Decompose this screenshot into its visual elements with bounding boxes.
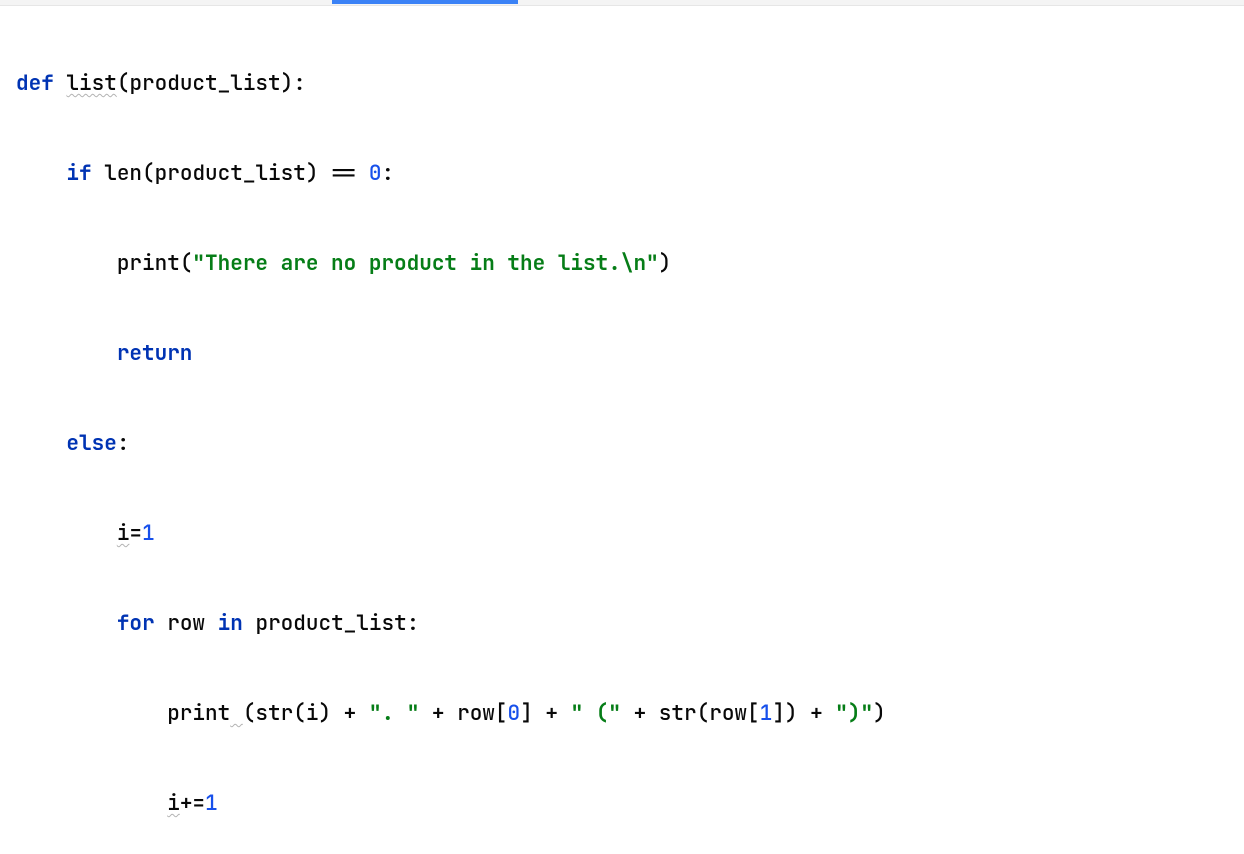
- escape-sequence: \n: [621, 250, 646, 277]
- indent: [16, 520, 117, 547]
- operator-plus: +: [419, 700, 457, 727]
- string-quote: ": [571, 700, 584, 727]
- builtin-print: print: [167, 700, 230, 727]
- keyword-else: else: [66, 430, 116, 457]
- code-line[interactable]: i+=1: [16, 781, 1228, 826]
- parameter: product_list: [129, 70, 280, 97]
- code-editor[interactable]: def list(product_list): if len(product_l…: [0, 6, 1244, 854]
- colon: :: [117, 430, 130, 457]
- bracket-open: [: [495, 700, 508, 727]
- operator-assign: =: [129, 520, 142, 547]
- code-line[interactable]: else:: [16, 421, 1228, 466]
- string-content: ): [848, 700, 861, 727]
- paren-close: ): [281, 70, 294, 97]
- indent: [16, 790, 167, 817]
- operator-plus-assign: +=: [180, 790, 205, 817]
- keyword-for: for: [117, 610, 155, 637]
- space-warning: [230, 700, 243, 727]
- builtin-str: str: [255, 700, 293, 727]
- number-zero: 0: [508, 700, 521, 727]
- operator-plus: +: [331, 700, 369, 727]
- colon: :: [381, 160, 394, 187]
- string-quote: ": [608, 700, 621, 727]
- paren-open: (: [243, 700, 256, 727]
- identifier-i: i: [167, 790, 180, 817]
- paren-close: ): [318, 700, 331, 727]
- string-quote: ": [369, 700, 382, 727]
- code-line[interactable]: for row in product_list:: [16, 601, 1228, 646]
- operator-plus: +: [533, 700, 571, 727]
- indent: [16, 430, 66, 457]
- identifier-row: row: [167, 610, 205, 637]
- colon: :: [407, 610, 420, 637]
- paren-open: (: [117, 70, 130, 97]
- indent: [16, 250, 117, 277]
- paren-open: (: [293, 700, 306, 727]
- identifier: product_list: [155, 160, 306, 187]
- bracket-open: [: [747, 700, 760, 727]
- window-top-bar: [0, 0, 1244, 6]
- identifier-row: row: [709, 700, 747, 727]
- indent: [16, 160, 66, 187]
- keyword-if: if: [66, 160, 91, 187]
- paren-open: (: [697, 700, 710, 727]
- paren-open: (: [142, 160, 155, 187]
- identifier-row: row: [457, 700, 495, 727]
- identifier-i: i: [117, 520, 130, 547]
- builtin-str: str: [659, 700, 697, 727]
- code-line[interactable]: print("There are no product in the list.…: [16, 241, 1228, 286]
- builtin-print: print: [117, 250, 180, 277]
- code-line[interactable]: print (str(i) + ". " + row[0] + " (" + s…: [16, 691, 1228, 736]
- indent: [16, 340, 117, 367]
- operator-eq: ==: [318, 160, 368, 187]
- code-line[interactable]: if len(product_list) == 0:: [16, 151, 1228, 196]
- string-quote: ": [646, 250, 659, 277]
- string-quote: ": [192, 250, 205, 277]
- string-content: .: [381, 700, 406, 727]
- string-quote: ": [861, 700, 874, 727]
- indent: [16, 700, 167, 727]
- number-one: 1: [205, 790, 218, 817]
- string-content: There are no product in the list.: [205, 250, 621, 277]
- colon: :: [293, 70, 306, 97]
- paren-close: ): [785, 700, 798, 727]
- code-line[interactable]: return: [16, 331, 1228, 376]
- code-line[interactable]: i=1: [16, 511, 1228, 556]
- string-quote: ": [835, 700, 848, 727]
- tab-indicator: [332, 0, 518, 4]
- paren-close: ): [659, 250, 672, 277]
- operator-plus: +: [797, 700, 835, 727]
- string-content: (: [583, 700, 608, 727]
- code-line[interactable]: def list(product_list):: [16, 61, 1228, 106]
- string-quote: ": [407, 700, 420, 727]
- operator-plus: +: [621, 700, 659, 727]
- identifier: product_list: [255, 610, 406, 637]
- paren-close: ): [306, 160, 319, 187]
- number-zero: 0: [369, 160, 382, 187]
- keyword-def: def: [16, 70, 54, 97]
- number-one: 1: [760, 700, 773, 727]
- bracket-close: ]: [772, 700, 785, 727]
- keyword-in: in: [218, 610, 243, 637]
- number-one: 1: [142, 520, 155, 547]
- paren-close: ): [873, 700, 886, 727]
- builtin-len: len: [104, 160, 142, 187]
- keyword-return: return: [117, 340, 193, 367]
- paren-open: (: [180, 250, 193, 277]
- indent: [16, 610, 117, 637]
- bracket-close: ]: [520, 700, 533, 727]
- identifier-i: i: [306, 700, 319, 727]
- function-name: list: [66, 70, 116, 97]
